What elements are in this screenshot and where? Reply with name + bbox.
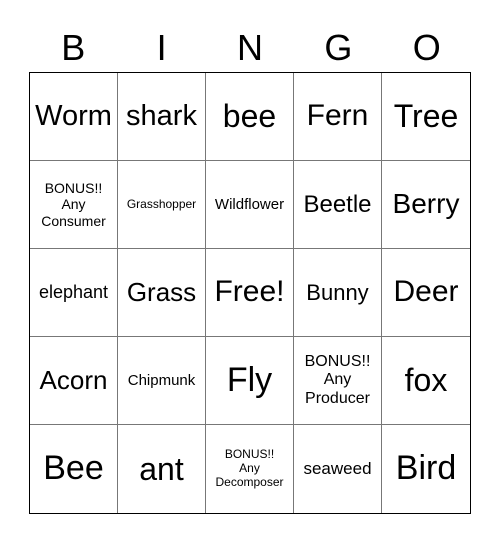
bingo-cell[interactable]: Chipmunk — [118, 337, 206, 425]
bingo-cell[interactable]: BONUS!! Any Decomposer — [206, 425, 294, 513]
bingo-cell[interactable]: Deer — [382, 249, 470, 337]
bingo-cell[interactable]: BONUS!! Any Producer — [294, 337, 382, 425]
bingo-cell[interactable]: Worm — [30, 73, 118, 161]
bingo-header: B I N G O — [29, 26, 471, 70]
bingo-cell[interactable]: bee — [206, 73, 294, 161]
header-letter-o: O — [412, 27, 441, 68]
bingo-cell[interactable]: elephant — [30, 249, 118, 337]
bingo-grid: Worm shark bee Fern Tree BONUS!! Any Consumer… — [29, 72, 471, 514]
bingo-cell[interactable]: ant — [118, 425, 206, 513]
bingo-cell[interactable]: Free! — [206, 249, 294, 337]
bingo-cell[interactable]: Bird — [382, 425, 470, 513]
header-letter-b: B — [61, 27, 86, 68]
header-letter-g: G — [324, 27, 353, 68]
bingo-cell[interactable]: seaweed — [294, 425, 382, 513]
bingo-cell[interactable]: fox — [382, 337, 470, 425]
bingo-cell[interactable]: Fern — [294, 73, 382, 161]
bingo-cell[interactable]: Fly — [206, 337, 294, 425]
bingo-cell[interactable]: Grass — [118, 249, 206, 337]
bingo-cell[interactable]: Wildflower — [206, 161, 294, 249]
bingo-cell[interactable]: BONUS!! Any Consumer — [30, 161, 118, 249]
bingo-cell[interactable]: Beetle — [294, 161, 382, 249]
header-letter-i: I — [156, 27, 167, 68]
bingo-cell[interactable]: Acorn — [30, 337, 118, 425]
bingo-cell[interactable]: Berry — [382, 161, 470, 249]
bingo-cell[interactable]: shark — [118, 73, 206, 161]
bingo-cell[interactable]: Grasshopper — [118, 161, 206, 249]
bingo-cell[interactable]: Bee — [30, 425, 118, 513]
bingo-cell[interactable]: Bunny — [294, 249, 382, 337]
header-letter-n: N — [236, 27, 263, 68]
bingo-cell[interactable]: Tree — [382, 73, 470, 161]
